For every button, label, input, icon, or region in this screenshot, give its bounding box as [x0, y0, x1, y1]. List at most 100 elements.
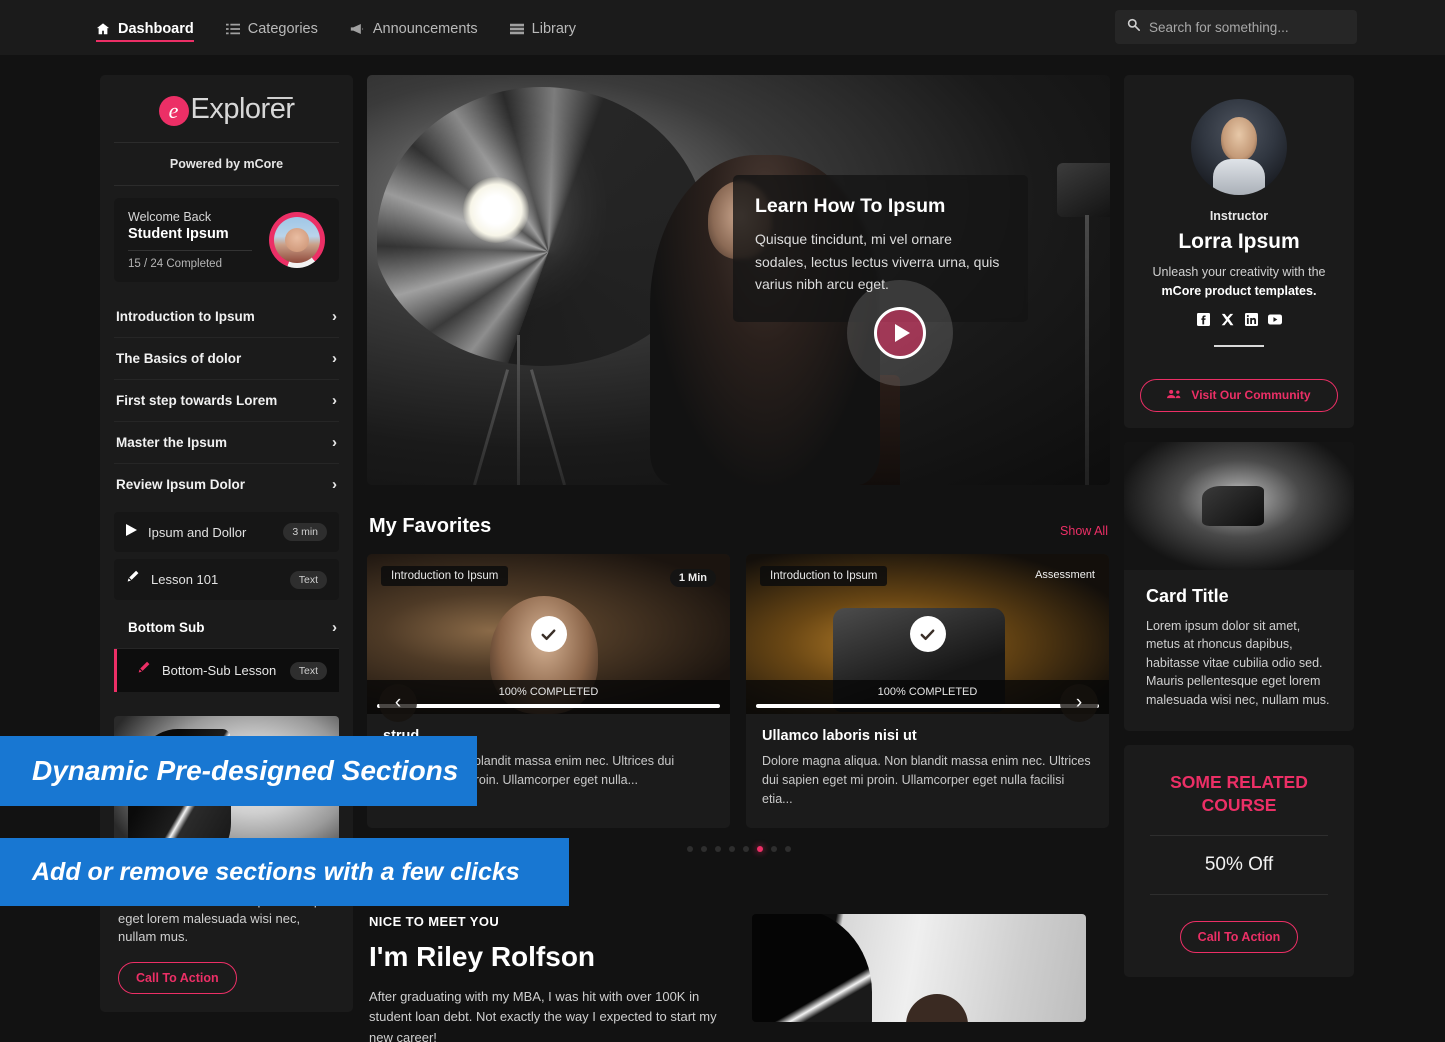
sidebar-item-master-the-ipsum[interactable]: Master the Ipsum ›	[114, 422, 339, 464]
instructor-bio-part2: mCore product templates.	[1161, 283, 1317, 298]
play-button-halo	[847, 280, 953, 386]
section-label: Introduction to Ipsum	[116, 309, 255, 324]
lesson-label: Ipsum and Dollor	[148, 524, 247, 540]
card-type-label: Assessment	[1035, 569, 1095, 581]
search-icon	[1127, 18, 1140, 36]
related-card[interactable]: Card Title Lorem ipsum dolor sit amet, m…	[1124, 441, 1354, 732]
linkedin-icon[interactable]	[1244, 313, 1258, 327]
chevron-right-icon[interactable]: ›	[1060, 684, 1098, 722]
progress-label: 100% COMPLETED	[877, 686, 978, 698]
instructor-bio-part1: Unleash your creativity with the	[1152, 265, 1326, 279]
nav-item-dashboard[interactable]: Dashboard	[96, 0, 194, 55]
sidebar-item-the-basics-of-dolor[interactable]: The Basics of dolor ›	[114, 338, 339, 380]
nav-item-announcements[interactable]: Announcements	[350, 0, 478, 55]
favorite-card[interactable]: Introduction to Ipsum Assessment 100% CO…	[746, 554, 1109, 829]
powered-by-label: Powered by mCore	[169, 157, 284, 171]
promo-discount: 50% Off	[1204, 853, 1274, 875]
sidebar-lesson-lesson-101[interactable]: Lesson 101 Text	[114, 559, 339, 600]
chevron-left-icon[interactable]: ‹	[379, 684, 417, 722]
social-links	[1140, 313, 1338, 327]
play-icon[interactable]	[874, 307, 926, 359]
brand-underline	[266, 97, 293, 99]
chevron-right-icon: ›	[332, 308, 337, 325]
student-name: Student Ipsum	[128, 226, 229, 242]
divider	[1214, 344, 1264, 347]
progress-bar	[377, 704, 720, 708]
favorites-carousel: ‹ › Introduction to Ipsum 1 Min 100% COM…	[367, 554, 1110, 829]
nav-item-categories[interactable]: Categories	[225, 0, 318, 55]
sidebar-item-bottom-sub[interactable]: Bottom Sub ›	[114, 607, 339, 649]
related-card-text: Lorem ipsum dolor sit amet, metus at rho…	[1146, 618, 1330, 707]
meet-photo	[752, 914, 1086, 1023]
lesson-badge: Text	[289, 570, 327, 589]
favorites-header: My Favorites Show All	[367, 485, 1110, 554]
card-thumbnail: Introduction to Ipsum Assessment 100% CO…	[746, 554, 1109, 714]
sidebar-call-to-action-button[interactable]: Call To Action	[118, 961, 237, 994]
carousel-dot[interactable]	[770, 846, 777, 853]
nav-label: Dashboard	[118, 20, 194, 37]
card-tag: Introduction to Ipsum	[381, 566, 509, 586]
completed-check-icon[interactable]	[909, 616, 946, 652]
sidebar-item-review-ipsum-dolor[interactable]: Review Ipsum Dolor ›	[114, 464, 339, 505]
card-thumbnail: Introduction to Ipsum 1 Min 100% COMPLET…	[367, 554, 730, 714]
visit-community-label: Visit Our Community	[1191, 388, 1311, 402]
meet-kicker: NICE TO MEET YOU	[369, 914, 500, 930]
avatar	[274, 217, 320, 263]
sidebar-item-introduction-to-ipsum[interactable]: Introduction to Ipsum ›	[114, 296, 339, 338]
divider	[128, 250, 253, 251]
student-avatar-progress-ring	[269, 212, 325, 268]
x-icon[interactable]	[1220, 313, 1234, 327]
carousel-dot[interactable]	[714, 846, 721, 853]
meet-name: I'm Riley Rolfson	[369, 941, 596, 973]
annotation-text: Add or remove sections with a few clicks	[32, 857, 520, 886]
carousel-dot[interactable]	[686, 846, 693, 853]
card-progress: 100% COMPLETED	[746, 680, 1109, 714]
sidebar-item-first-step-towards-lorem[interactable]: First step towards Lorem ›	[114, 380, 339, 422]
card-duration-badge: 1 Min	[669, 569, 716, 587]
promo-call-to-action-button[interactable]: Call To Action	[1179, 920, 1299, 953]
brand-logo[interactable]: e Explorer	[114, 93, 339, 142]
card-description: Dolore magna aliqua. Non blandit massa e…	[762, 754, 1091, 806]
progress-bar	[756, 704, 1099, 708]
home-icon	[96, 22, 110, 36]
sidebar-lesson-bottom-sub-lesson[interactable]: Bottom-Sub Lesson Text	[114, 649, 339, 692]
chevron-right-icon: ›	[332, 619, 337, 636]
chevron-right-icon: ›	[332, 476, 337, 493]
carousel-dot[interactable]	[700, 846, 707, 853]
lesson-badge: Text	[289, 661, 327, 680]
nav-items: Dashboard Categories Announcements Libra…	[96, 0, 576, 55]
related-card-body: Card Title Lorem ipsum dolor sit amet, m…	[1124, 570, 1354, 732]
section-label: First step towards Lorem	[116, 393, 278, 408]
show-all-link[interactable]: Show All	[1060, 524, 1108, 538]
top-navigation-bar: Dashboard Categories Announcements Libra…	[0, 0, 1445, 55]
card-title: Ullamco laboris nisi ut	[762, 728, 917, 744]
brand-mark: e	[158, 95, 189, 126]
nav-label: Categories	[247, 20, 318, 37]
promo-card: SOME RELATED COURSE 50% Off Call To Acti…	[1124, 745, 1354, 977]
card-progress: 100% COMPLETED	[367, 680, 730, 714]
carousel-dot-active[interactable]	[756, 846, 763, 853]
lesson-label: Lesson 101	[151, 572, 219, 587]
studio-light-graphic	[463, 177, 529, 243]
chevron-right-icon: ›	[332, 392, 337, 409]
carousel-dot[interactable]	[742, 846, 749, 853]
welcome-greeting: Welcome Back	[128, 210, 212, 224]
search-input[interactable]: Search for something...	[1115, 10, 1357, 44]
hero-video-banner[interactable]: Learn How To Ipsum Quisque tincidunt, mi…	[367, 75, 1110, 485]
favorites-title: My Favorites	[369, 515, 492, 537]
youtube-icon[interactable]	[1268, 313, 1282, 327]
chevron-right-icon: ›	[332, 434, 337, 451]
nav-item-library[interactable]: Library	[509, 0, 576, 55]
sidebar-lesson-ipsum-and-dollor[interactable]: Ipsum and Dollor 3 min	[114, 512, 339, 552]
visit-community-button[interactable]: Visit Our Community	[1140, 378, 1338, 412]
instructor-avatar	[1191, 99, 1287, 195]
completed-check-icon[interactable]	[530, 616, 567, 652]
facebook-icon[interactable]	[1196, 313, 1210, 327]
welcome-text: Welcome Back Student Ipsum 15 / 24 Compl…	[128, 210, 269, 270]
pencil-icon	[137, 661, 151, 680]
promo-title: SOME RELATED COURSE	[1170, 772, 1308, 815]
carousel-dot[interactable]	[784, 846, 791, 853]
carousel-dot[interactable]	[728, 846, 735, 853]
play-triangle	[894, 324, 910, 342]
play-icon	[126, 523, 137, 541]
